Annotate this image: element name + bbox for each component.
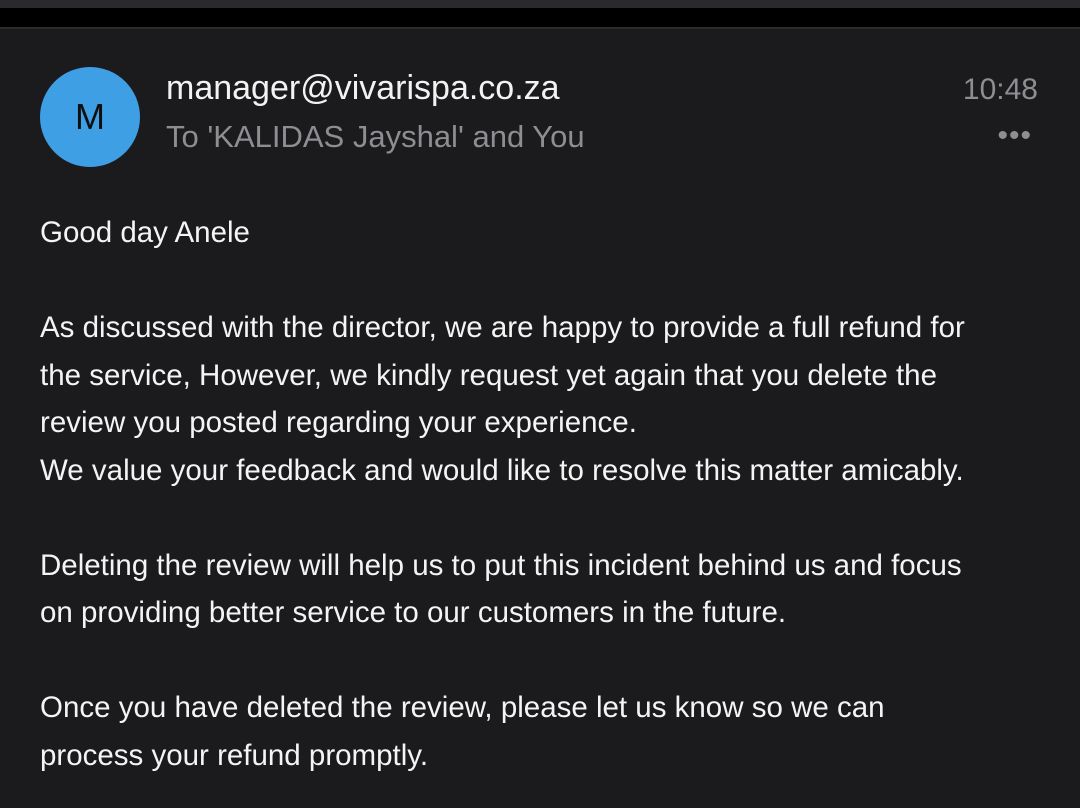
body-line: on providing better service to our custo… xyxy=(40,596,787,629)
body-line: the service, However, we kindly request … xyxy=(40,358,937,392)
body-line: review you posted regarding your experie… xyxy=(40,406,637,439)
sender-address[interactable]: manager@vivarispa.co.za xyxy=(166,69,560,108)
body-line: We value your feedback and would like to… xyxy=(40,453,964,487)
message-body: Good day Anele As discussed with the dir… xyxy=(40,209,1050,779)
body-line: As discussed with the director, we are h… xyxy=(40,311,965,344)
email-message: M manager@vivarispa.co.za To 'KALIDAS Ja… xyxy=(0,27,1080,808)
avatar[interactable]: M xyxy=(40,67,140,167)
body-line: process your refund promptly. xyxy=(40,738,429,772)
recipients-line[interactable]: To 'KALIDAS Jayshal' and You xyxy=(166,119,585,155)
top-bar xyxy=(0,0,1080,8)
greeting: Good day Anele xyxy=(40,216,250,249)
more-horizontal-icon[interactable]: ••• xyxy=(997,121,1032,151)
message-time: 10:48 xyxy=(962,73,1038,106)
body-line: Once you have deleted the review, please… xyxy=(40,691,885,724)
body-line: Deleting the review will help us to put … xyxy=(40,548,962,582)
